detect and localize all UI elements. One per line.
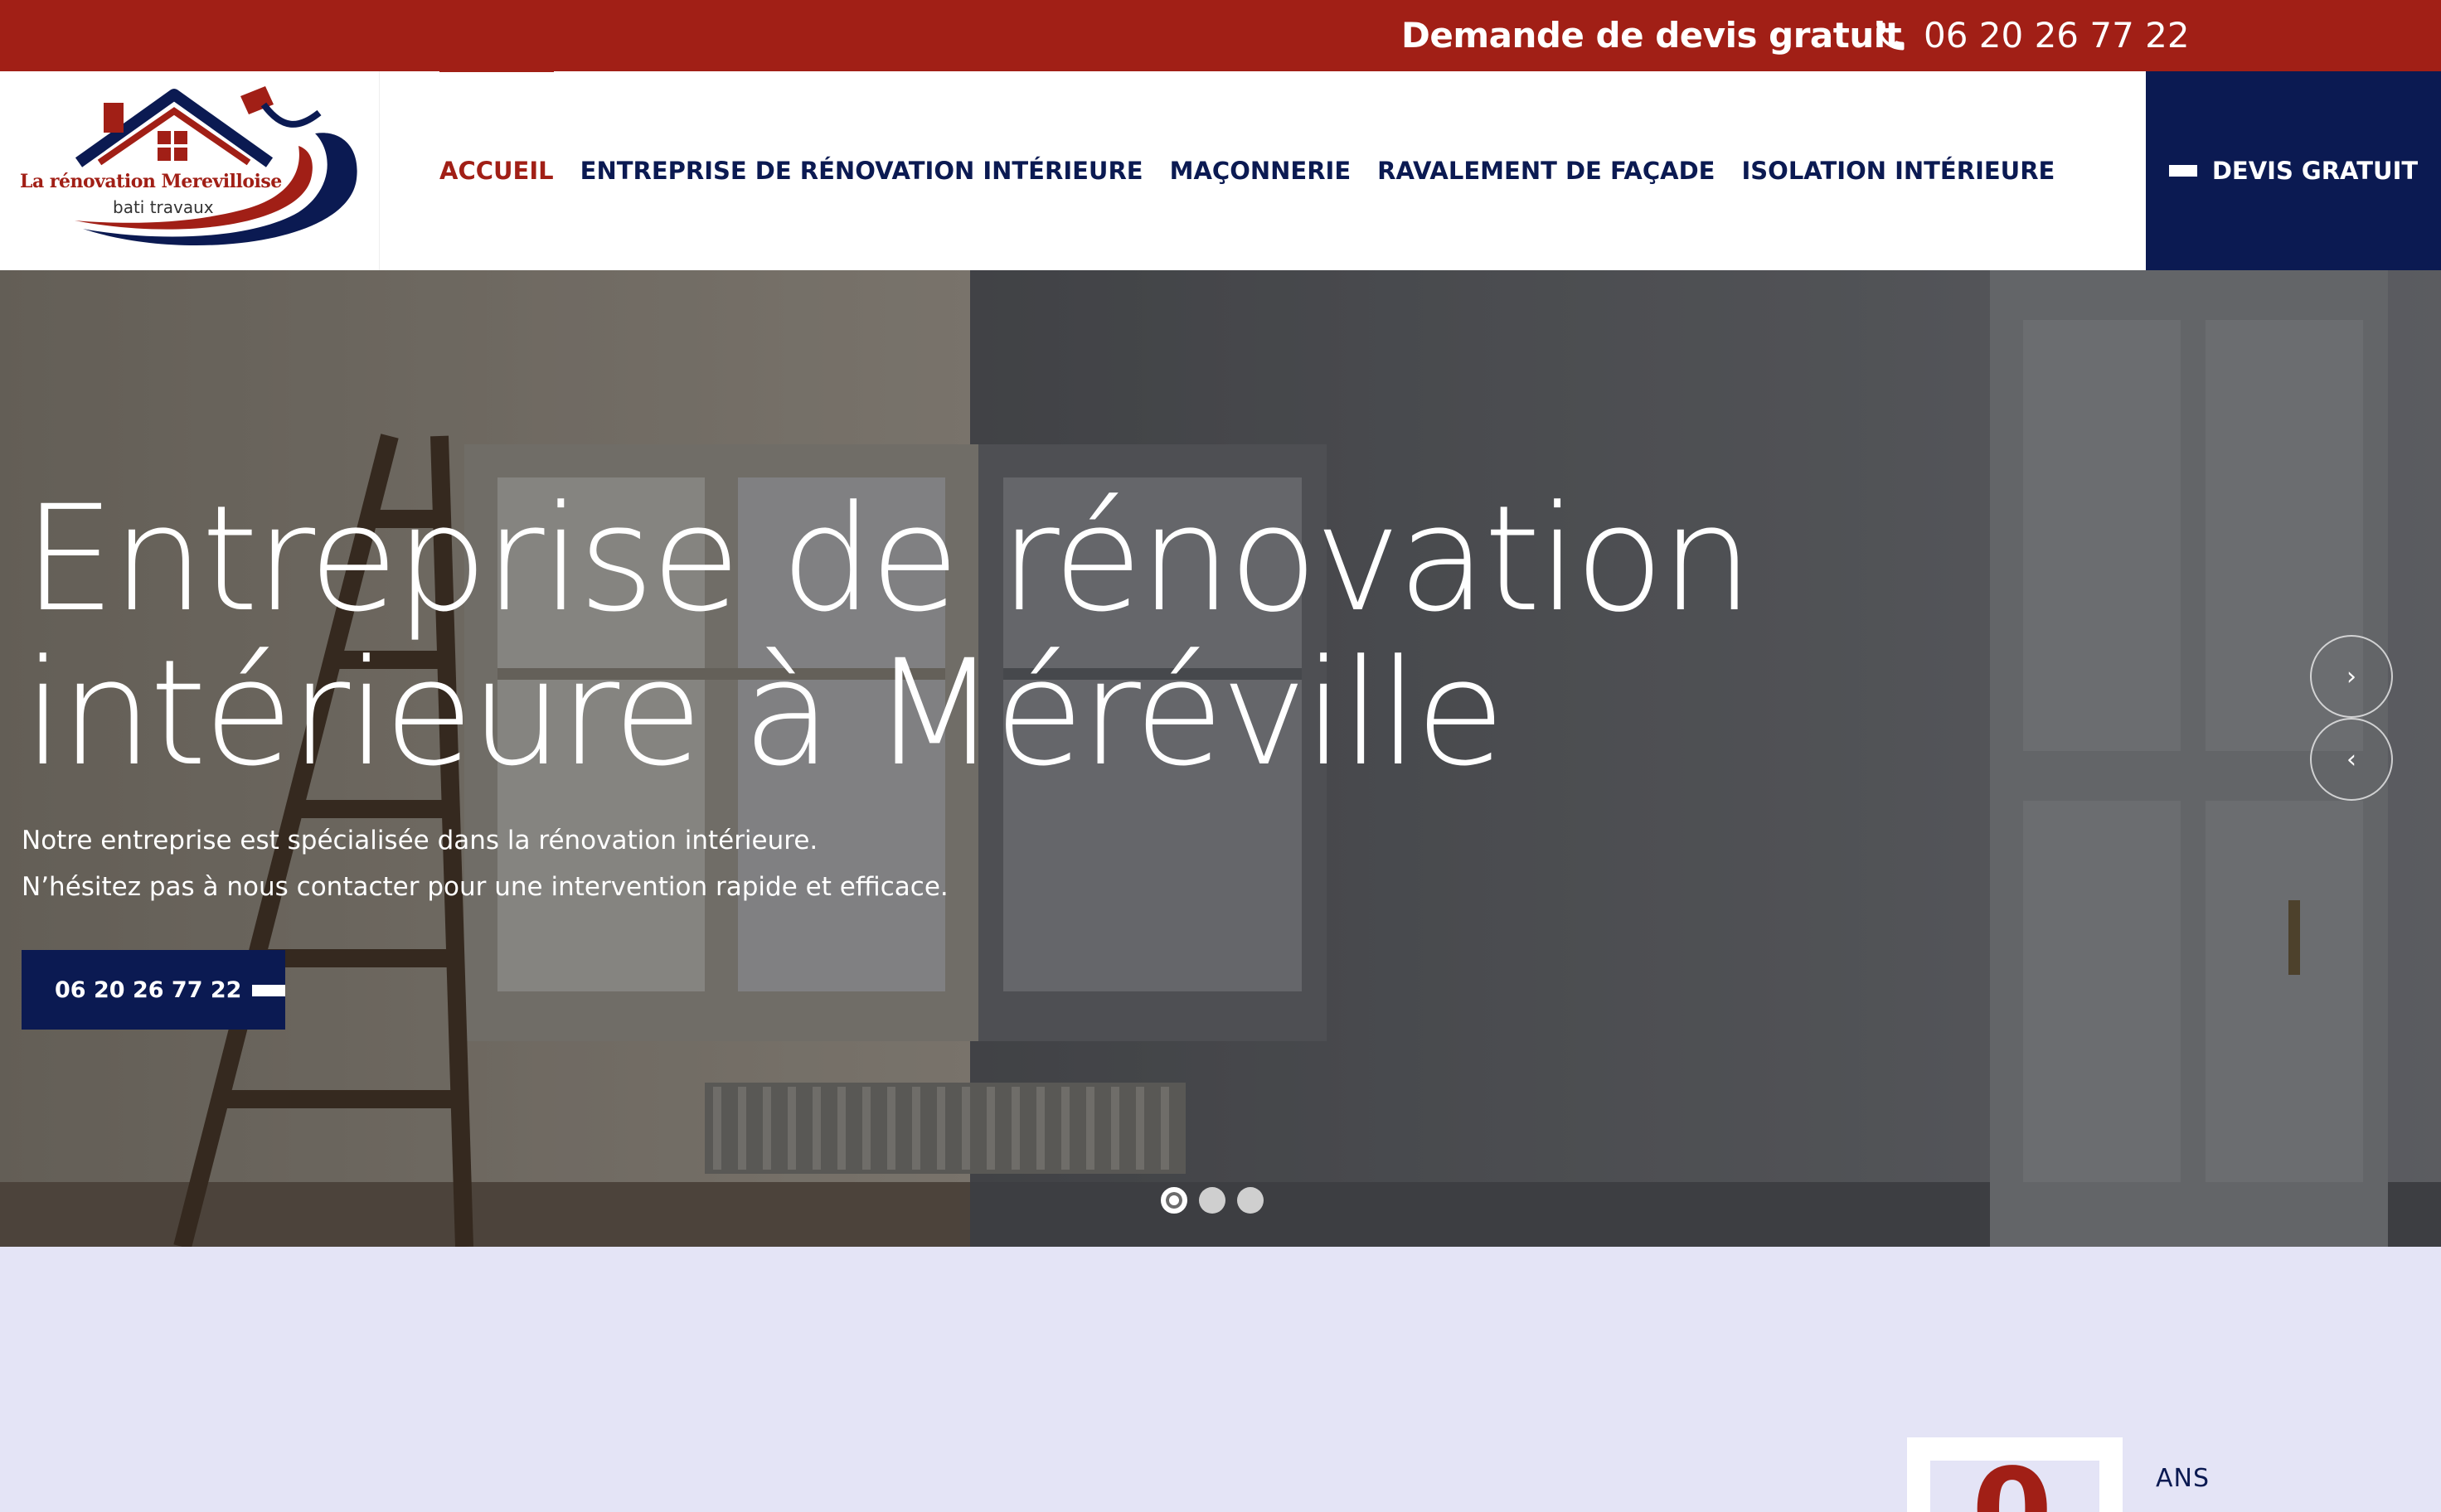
free-quote-link[interactable]: Demande de devis gratuit <box>1401 15 1902 56</box>
nav-item-ravalement[interactable]: RAVALEMENT DE FAÇADE <box>1377 157 1715 185</box>
chevron-left-icon: ‹ <box>2346 744 2356 774</box>
slider-dot-3[interactable] <box>1237 1187 1264 1214</box>
hero-description-line-2: N’hésitez pas à nous contacter pour une … <box>22 872 949 902</box>
slider-dot-2[interactable] <box>1199 1187 1225 1214</box>
phone-icon <box>1876 22 1905 51</box>
nav-item-maconnerie[interactable]: MAÇONNERIE <box>1170 157 1352 185</box>
slider-next-button[interactable]: › <box>2310 635 2393 718</box>
years-counter-number: 0 <box>1972 1461 2052 1512</box>
site-header: La rénovation Merevilloise bati travaux … <box>0 65 2441 270</box>
hero-description: Notre entreprise est spécialisée dans la… <box>22 817 949 910</box>
years-counter-box: 0 <box>1907 1437 2123 1512</box>
free-quote-button[interactable]: DEVIS GRATUIT <box>2146 71 2441 270</box>
top-bar: Demande de devis gratuit 06 20 26 77 22 <box>0 0 2441 71</box>
years-counter-label: ANS <box>2156 1464 2210 1493</box>
hero-title: Entreprise de rénovation intérieure à Mé… <box>23 474 1754 798</box>
logo-tagline: bati travaux <box>113 197 214 217</box>
chevron-right-icon: › <box>2346 662 2356 691</box>
main-nav: ACCUEIL ENTREPRISE DE RÉNOVATION INTÉRIE… <box>439 65 2081 270</box>
slider-pagination <box>1161 1187 1264 1214</box>
slider-dot-1[interactable] <box>1161 1187 1187 1214</box>
logo-name: La rénovation Merevilloise <box>20 171 282 192</box>
hero-description-line-1: Notre entreprise est spécialisée dans la… <box>22 826 818 855</box>
hero-phone-button[interactable]: 06 20 26 77 22 <box>22 950 285 1030</box>
years-counter-inner: 0 <box>1930 1461 2099 1512</box>
nav-item-renovation-interieure[interactable]: ENTREPRISE DE RÉNOVATION INTÉRIEURE <box>580 157 1143 185</box>
hero-slider: Entreprise de rénovation intérieure à Mé… <box>0 270 2441 1247</box>
hero-phone-label: 06 20 26 77 22 <box>55 976 242 1003</box>
dash-icon <box>252 985 285 996</box>
free-quote-label: DEVIS GRATUIT <box>2211 157 2419 185</box>
dash-icon <box>2168 165 2197 177</box>
nav-item-accueil[interactable]: ACCUEIL <box>439 65 554 185</box>
about-section: 0 ANS <box>0 1247 2441 1512</box>
topbar-phone-link[interactable]: 06 20 26 77 22 <box>1924 15 2190 56</box>
slider-prev-button[interactable]: ‹ <box>2310 718 2393 801</box>
logo[interactable]: La rénovation Merevilloise bati travaux <box>0 71 380 270</box>
nav-item-isolation[interactable]: ISOLATION INTÉRIEURE <box>1742 157 2055 185</box>
